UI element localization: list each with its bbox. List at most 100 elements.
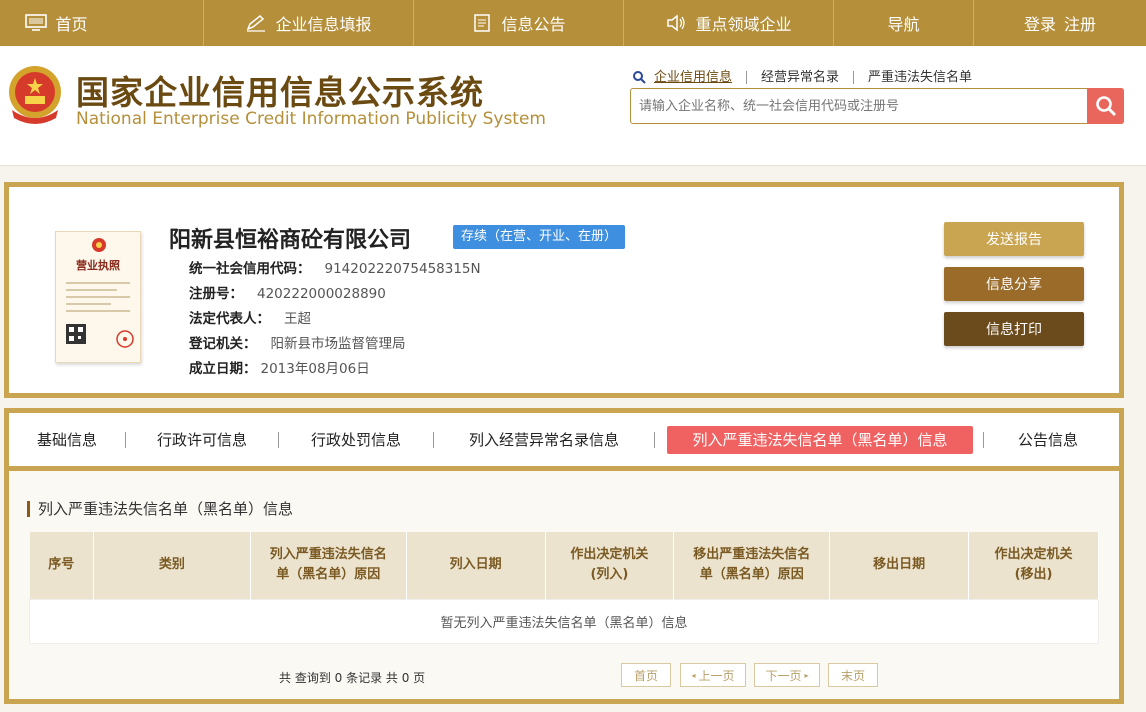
info-credit-code: 统一社会信用代码： 91420222075458315N	[189, 257, 481, 277]
info-credit-code-label: 统一社会信用代码：	[189, 261, 311, 277]
detail-tabs: 基础信息 行政许可信息 行政处罚信息 列入经营异常名录信息 列入严重违法失信名单…	[9, 413, 1119, 471]
nav-announcements[interactable]: 信息公告	[414, 0, 624, 46]
search-box	[630, 88, 1124, 124]
search-tabs-icon	[633, 71, 646, 84]
nav-key-enterprises[interactable]: 重点领域企业	[624, 0, 834, 46]
tab-blacklist[interactable]: 列入严重违法失信名单（黑名单）信息	[667, 425, 973, 454]
license-seal-icon	[116, 330, 134, 348]
register-link[interactable]: 注册	[1064, 11, 1096, 35]
site-title: 国家企业信用信息公示系统	[76, 73, 484, 112]
tab-separator	[654, 431, 655, 448]
col-category: 类别	[93, 532, 251, 599]
company-summary-card: 营业执照 阳新县恒裕商砼有限公司 存续（在营、开业、在册） 统一社会信用代码： 9…	[4, 182, 1124, 398]
nav-auth: 登录 注册	[974, 0, 1146, 46]
section-title: 列入严重违法失信名单（黑名单）信息	[27, 501, 293, 517]
pager-first-label: 首页	[633, 668, 658, 683]
info-reg-authority: 登记机关： 阳新县市场监督管理局	[189, 332, 406, 352]
info-reg-number-label: 注册号：	[189, 286, 243, 302]
license-lines	[66, 277, 130, 317]
search-tab-enterprise[interactable]: 企业信用信息	[646, 70, 748, 84]
info-credit-code-value: 91420222075458315N	[324, 261, 481, 277]
search-tab-blacklist[interactable]: 严重违法失信名单	[854, 71, 986, 84]
top-nav: 首页 企业信息填报 信息公告 重点领域企业 导航 登录 注册	[0, 0, 1146, 46]
empty-message: 暂无列入严重违法失信名单（黑名单）信息	[29, 598, 1099, 644]
col-remove-authority-line1: 作出决定机关	[994, 547, 1073, 563]
col-remove-reason-line2: 单（黑名单）原因	[699, 567, 804, 583]
col-list-reason-line2: 单（黑名单）原因	[276, 567, 381, 583]
pager-last-button[interactable]: 末页	[828, 663, 878, 687]
nav-key-enterprises-label: 重点领域企业	[695, 15, 792, 34]
col-list-date: 列入日期	[406, 532, 546, 599]
info-reg-authority-value: 阳新县市场监督管理局	[270, 336, 406, 352]
col-remove-date-label: 移出日期	[873, 557, 926, 573]
tab-announcements[interactable]: 公告信息	[984, 426, 1112, 454]
info-reg-number-value: 420222000028890	[257, 286, 386, 302]
search-input[interactable]	[631, 89, 1081, 123]
search-button[interactable]	[1087, 88, 1124, 124]
pager-first-button[interactable]: 首页	[621, 663, 671, 687]
send-report-button[interactable]: 发送报告	[944, 222, 1084, 256]
nav-announcements-label: 信息公告	[501, 15, 566, 34]
nav-enterprise-report[interactable]: 企业信息填报	[204, 0, 414, 46]
search-tabs: 企业信用信息 经营异常名录 严重违法失信名单	[632, 70, 986, 84]
national-emblem-icon	[9, 66, 61, 124]
col-remove-reason: 移出严重违法失信名 单（黑名单）原因	[673, 532, 831, 599]
nav-home[interactable]: 首页	[0, 0, 204, 46]
status-badge: 存续（在营、开业、在册）	[453, 225, 626, 249]
pager-summary: 共 查询到 0 条记录 共 0 页	[279, 671, 426, 685]
pager-prev-label: 上一页	[698, 668, 735, 683]
pager-next-button[interactable]: 下一页 ▸	[754, 663, 820, 687]
col-index: 序号	[29, 532, 94, 599]
site-header: 国家企业信用信息公示系统 National Enterprise Credit …	[0, 46, 1146, 166]
col-remove-date: 移出日期	[829, 532, 970, 599]
chevron-left-icon: ◂	[691, 670, 696, 680]
col-list-authority-line2: (列入)	[590, 567, 629, 583]
chevron-right-icon: ▸	[804, 670, 809, 680]
details-card: 基础信息 行政许可信息 行政处罚信息 列入经营异常名录信息 列入严重违法失信名单…	[4, 408, 1124, 704]
login-link[interactable]: 登录	[1024, 11, 1056, 35]
info-established-date-value: 2013年08月06日	[260, 361, 370, 377]
col-index-label: 序号	[48, 557, 75, 573]
company-name: 阳新县恒裕商砼有限公司	[169, 228, 412, 253]
business-license-image[interactable]: 营业执照	[55, 231, 141, 363]
search-tab-abnormal[interactable]: 经营异常名录	[747, 70, 855, 84]
table-row-empty: 暂无列入严重违法失信名单（黑名单）信息	[29, 598, 1099, 644]
info-established-date: 成立日期： 2013年08月06日	[189, 357, 370, 377]
tab-abnormal-list[interactable]: 列入经营异常名录信息	[434, 426, 654, 454]
col-list-authority: 作出决定机关 (列入)	[545, 532, 675, 599]
license-emblem-icon	[92, 238, 106, 252]
info-legal-rep-label: 法定代表人：	[189, 311, 270, 327]
col-list-reason: 列入严重违法失信名 单（黑名单）原因	[250, 532, 407, 599]
monitor-icon	[25, 14, 48, 31]
speaker-icon	[667, 14, 686, 32]
col-list-date-label: 列入日期	[449, 557, 502, 573]
document-icon	[474, 14, 491, 32]
blacklist-table: 序号 类别 列入严重违法失信名 单（黑名单）原因 列入日期 作出决定机关 (列入) …	[29, 532, 1099, 644]
pager-prev-button[interactable]: ◂ 上一页	[680, 663, 746, 687]
print-info-button[interactable]: 信息打印	[944, 312, 1084, 346]
nav-navigation-label: 导航	[887, 15, 920, 34]
pen-icon	[247, 14, 266, 32]
share-info-button[interactable]: 信息分享	[944, 267, 1084, 301]
search-icon	[1095, 96, 1116, 117]
tab-basic-info[interactable]: 基础信息	[9, 426, 125, 454]
license-qr-code-icon	[66, 324, 86, 344]
table-header-row: 序号 类别 列入严重违法失信名 单（黑名单）原因 列入日期 作出决定机关 (列入) …	[29, 532, 1099, 599]
info-reg-number: 注册号： 420222000028890	[189, 282, 386, 302]
info-reg-authority-label: 登记机关：	[189, 336, 257, 352]
info-legal-rep-value: 王超	[284, 311, 311, 327]
nav-navigation[interactable]: 导航	[834, 0, 974, 46]
col-list-authority-line1: 作出决定机关	[570, 547, 649, 563]
col-category-label: 类别	[158, 557, 185, 573]
col-list-reason-line1: 列入严重违法失信名	[269, 547, 387, 563]
pager-next-label: 下一页	[765, 668, 802, 683]
site-subtitle: National Enterprise Credit Information P…	[76, 109, 546, 129]
nav-home-label: 首页	[55, 15, 88, 34]
info-legal-rep: 法定代表人： 王超	[189, 307, 311, 327]
col-remove-authority: 作出决定机关 (移出)	[968, 532, 1099, 599]
info-established-date-label: 成立日期：	[189, 361, 257, 377]
tab-admin-penalty[interactable]: 行政处罚信息	[279, 426, 433, 454]
tab-admin-license[interactable]: 行政许可信息	[126, 426, 278, 454]
col-remove-reason-line1: 移出严重违法失信名	[693, 547, 811, 563]
col-remove-authority-line2: (移出)	[1014, 567, 1053, 583]
